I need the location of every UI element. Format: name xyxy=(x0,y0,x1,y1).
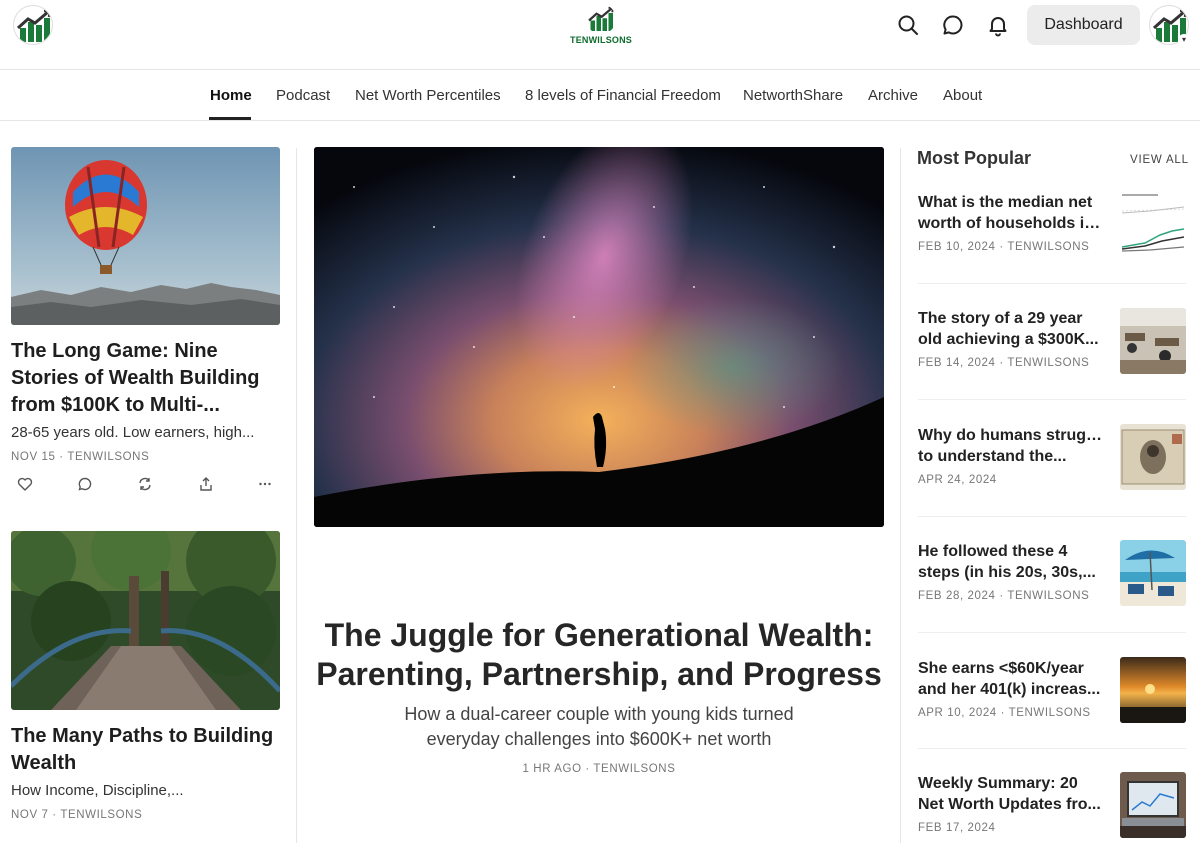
share-icon[interactable] xyxy=(198,476,214,492)
banknote-thumb[interactable] xyxy=(1120,424,1186,490)
divider xyxy=(918,516,1186,517)
most-popular-heading: Most Popular xyxy=(917,148,1032,168)
chevron-down-icon[interactable]: ▾ xyxy=(1178,34,1190,46)
popular-post-meta: FEB 28, 2024 · TENWILSONS xyxy=(918,590,1090,602)
popular-post-meta: APR 24, 2024 xyxy=(918,474,997,486)
popular-post-meta: APR 10, 2024 · TENWILSONS xyxy=(918,707,1091,719)
divider xyxy=(918,399,1186,400)
chat-icon[interactable] xyxy=(941,13,965,37)
hero-title[interactable]: The Juggle for Generational Wealth: Pare… xyxy=(314,616,884,694)
office-thumb[interactable] xyxy=(1120,308,1186,374)
popular-post-meta: FEB 17, 2024 xyxy=(918,822,996,834)
nav-item-archive[interactable]: Archive xyxy=(868,87,918,104)
popular-post-title[interactable]: What is the median net worth of househol… xyxy=(918,192,1106,234)
bell-icon[interactable] xyxy=(986,13,1010,37)
popular-post-title[interactable]: Why do humans struggle to understand the… xyxy=(918,425,1106,467)
comment-icon[interactable] xyxy=(77,476,93,492)
more-icon[interactable] xyxy=(257,476,273,492)
like-icon[interactable] xyxy=(17,476,33,492)
bridge-image[interactable] xyxy=(11,531,280,710)
column-divider xyxy=(900,148,901,843)
milky-way-hero-image[interactable] xyxy=(314,147,884,527)
popular-post-meta: FEB 14, 2024 · TENWILSONS xyxy=(918,357,1090,369)
post-subtitle: 28-65 years old. Low earners, high... xyxy=(11,424,255,441)
nav-item-net-worth-percentiles[interactable]: Net Worth Percentiles xyxy=(355,87,501,104)
divider xyxy=(918,283,1186,284)
logo-mark-icon xyxy=(586,4,616,34)
chart-thumb[interactable] xyxy=(1120,191,1186,257)
post-meta: NOV 7 · TENWILSONS xyxy=(11,809,143,821)
laptop-thumb[interactable] xyxy=(1120,772,1186,838)
search-icon[interactable] xyxy=(896,13,920,37)
popular-post-title[interactable]: He followed these 4 steps (in his 20s, 3… xyxy=(918,541,1106,583)
nav-item-podcast[interactable]: Podcast xyxy=(276,87,330,104)
popular-post-meta: FEB 10, 2024 · TENWILSONS xyxy=(918,241,1090,253)
divider xyxy=(918,632,1186,633)
view-all-link[interactable]: VIEW ALL xyxy=(1130,154,1189,166)
hero-meta: 1 HR AGO · TENWILSONS xyxy=(522,763,676,775)
column-divider xyxy=(296,148,297,843)
post-title[interactable]: The Many Paths to Building Wealth xyxy=(11,723,281,777)
sunset-thumb[interactable] xyxy=(1120,657,1186,723)
post-title[interactable]: The Long Game: Nine Stories of Wealth Bu… xyxy=(11,338,281,419)
beach-thumb[interactable] xyxy=(1120,540,1186,606)
nav-item-financial-freedom[interactable]: 8 levels of Financial Freedom xyxy=(525,87,721,104)
center-logo[interactable]: TENWILSONS xyxy=(568,4,634,48)
popular-post-title[interactable]: She earns <$60K/year and her 401(k) incr… xyxy=(918,658,1106,700)
hero-subtitle: How a dual-career couple with young kids… xyxy=(404,704,794,749)
nav-item-about[interactable]: About xyxy=(943,87,982,104)
balloon-image[interactable] xyxy=(11,147,280,325)
popular-post-title[interactable]: The story of a 29 year old achieving a $… xyxy=(918,308,1106,350)
active-tab-indicator xyxy=(209,117,251,120)
section-nav: Home Podcast Net Worth Percentiles 8 lev… xyxy=(0,70,1200,121)
post-subtitle: How Income, Discipline,... xyxy=(11,782,184,799)
top-header: TENWILSONS Dashboard ▾ xyxy=(0,0,1200,70)
publication-logo[interactable] xyxy=(13,5,53,45)
post-meta: NOV 15 · TENWILSONS xyxy=(11,451,150,463)
logo-wordmark: TENWILSONS xyxy=(570,35,632,45)
nav-item-home[interactable]: Home xyxy=(210,87,252,104)
restack-icon[interactable] xyxy=(137,476,153,492)
nav-item-networthshare[interactable]: NetworthShare xyxy=(743,87,843,104)
popular-post-title[interactable]: Weekly Summary: 20 Net Worth Updates fro… xyxy=(918,773,1106,815)
divider xyxy=(918,748,1186,749)
dashboard-button[interactable]: Dashboard xyxy=(1027,5,1140,45)
logo-icon xyxy=(16,9,52,44)
